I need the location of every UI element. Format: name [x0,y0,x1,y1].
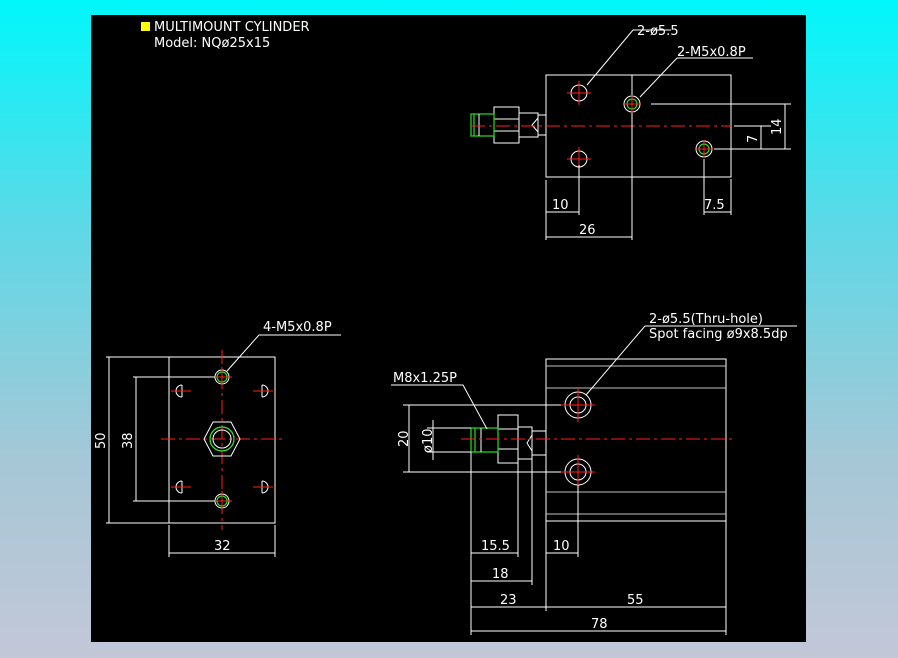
title-marker-icon [141,22,150,31]
top-view-dim-7: 7 [746,135,761,143]
side-view-dim-d10: ø10 [421,429,436,454]
end-view: 4-M5x0.8P 50 38 32 [94,320,341,557]
side-view-dim-18: 18 [492,567,509,582]
top-view-dim-26: 26 [579,223,596,238]
top-view-port-callout: 2-M5x0.8P [677,45,746,60]
drawing-model: Model: NQø25x15 [154,36,270,51]
side-view: 2-ø5.5(Thru-hole) Spot facing ø9x8.5dp M… [391,312,797,635]
side-view-dim-15-5: 15.5 [481,539,510,554]
side-view-dim-55: 55 [627,593,644,608]
side-view-hole-callout-1: 2-ø5.5(Thru-hole) [649,312,763,327]
side-view-hole-callout-2: Spot facing ø9x8.5dp [649,327,788,342]
side-view-dim-20: 20 [397,430,412,447]
side-view-rod-thread-callout: M8x1.25P [393,371,457,386]
side-view-dim-10: 10 [553,539,570,554]
side-view-dim-78: 78 [591,617,608,632]
drawing-title: MULTIMOUNT CYLINDER [154,20,310,35]
top-view-dim-7-5: 7.5 [704,198,725,213]
top-view-nut [493,106,520,144]
top-view-dim-10: 10 [552,198,569,213]
end-view-dim-32: 32 [214,539,231,554]
top-view-rod-end [537,114,547,136]
top-view-dim-14: 14 [770,118,785,135]
end-view-tap-callout: 4-M5x0.8P [263,320,332,335]
cad-drawing: MULTIMOUNT CYLINDER Model: NQø25x15 2-ø5… [94,20,797,635]
side-view-body [545,358,727,522]
top-view-hole-callout: 2-ø5.5 [637,24,679,39]
end-view-dim-50: 50 [94,432,109,449]
cad-drawing-canvas: MULTIMOUNT CYLINDER Model: NQø25x15 2-ø5… [91,15,806,642]
side-view-dim-23: 23 [500,593,517,608]
top-view: 2-ø5.5 2-M5x0.8P 10 26 7.5 7 14 [470,24,791,240]
end-view-dim-38: 38 [121,432,136,449]
